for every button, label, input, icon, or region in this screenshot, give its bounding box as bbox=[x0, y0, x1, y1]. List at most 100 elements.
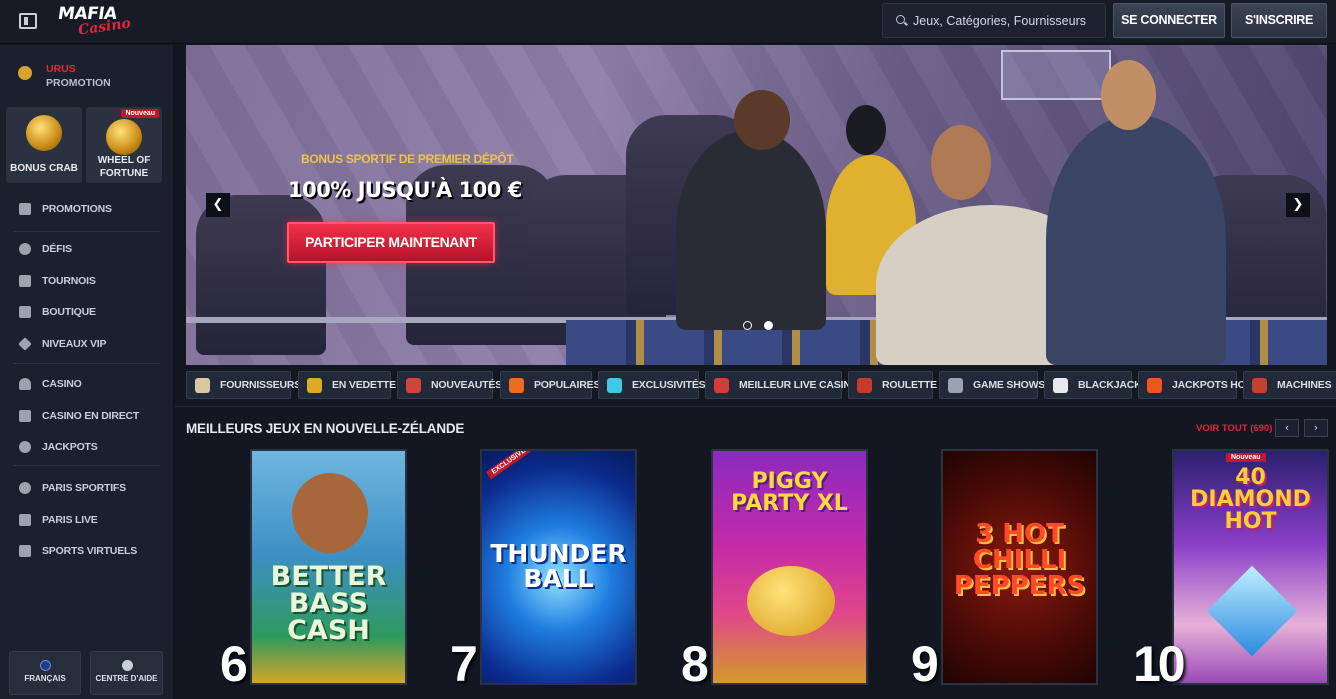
sidebar-nav-group-1: PROMOTIONS bbox=[0, 194, 174, 226]
prev-page-icon[interactable]: ‹ bbox=[1275, 419, 1299, 437]
category-chip-jackpots-hot[interactable]: JACKPOTS HOT bbox=[1138, 371, 1252, 399]
sidebar-item-sports-virtuels[interactable]: SPORTS VIRTUELS bbox=[0, 536, 174, 568]
hero-character-head bbox=[931, 125, 991, 200]
roulette-icon bbox=[857, 378, 872, 393]
sidebar-nav-group-4: PARIS SPORTIFS PARIS LIVE SPORTS VIRTUEL… bbox=[0, 473, 174, 568]
sidebar-item-jackpots[interactable]: JACKPOTS bbox=[0, 432, 174, 464]
hero-seat bbox=[196, 195, 326, 355]
category-chip-en-vedette[interactable]: EN VEDETTE bbox=[298, 371, 396, 399]
tile-label: WHEEL OF FORTUNE bbox=[97, 155, 151, 179]
live-icon bbox=[19, 409, 31, 422]
slot-machine-icon bbox=[1252, 378, 1267, 393]
game-card-40-diamond-hot[interactable]: Nouveau 40 DIAMOND HOT bbox=[1172, 449, 1329, 685]
logo[interactable]: MAFIA Casino bbox=[57, 4, 140, 39]
sidebar-item-casino[interactable]: CASINO bbox=[0, 369, 174, 401]
sidebar-item-label: JACKPOTS bbox=[42, 441, 98, 453]
help-center-button[interactable]: CENTRE D'AIDE bbox=[90, 651, 163, 695]
category-chip-game-shows[interactable]: GAME SHOWS bbox=[939, 371, 1045, 399]
new-icon bbox=[406, 378, 421, 393]
sidebar-item-paris-sportifs[interactable]: PARIS SPORTIFS bbox=[0, 473, 174, 505]
hero-character-head bbox=[734, 90, 790, 150]
game-card-thunder-ball[interactable]: EXCLUSIVE THUNDER BALL bbox=[480, 449, 637, 685]
diamond-icon bbox=[18, 336, 32, 351]
language-label: FRANÇAIS bbox=[24, 674, 66, 683]
gift-icon bbox=[19, 203, 31, 215]
category-label: MEILLEUR LIVE CASINO bbox=[739, 379, 859, 391]
hero-ring-graphic bbox=[1001, 50, 1111, 100]
sidebar-item-label: NIVEAUX VIP bbox=[42, 337, 107, 350]
carousel-dot-active[interactable] bbox=[764, 321, 773, 330]
search-placeholder: Jeux, Catégories, Fournisseurs bbox=[913, 14, 1086, 28]
cards-icon bbox=[1053, 378, 1068, 393]
tile-wheel-of-fortune[interactable]: Nouveau WHEEL OF FORTUNE bbox=[86, 107, 162, 183]
sidebar-item-label: SPORTS VIRTUELS bbox=[42, 545, 138, 557]
virtual-sports-icon bbox=[19, 545, 31, 557]
carousel-dot[interactable] bbox=[743, 321, 752, 330]
hero-subtitle: BONUS SPORTIF DE PREMIER DÉPÔT bbox=[301, 152, 514, 166]
piggy-art bbox=[747, 566, 835, 636]
sidebar-item-tournois[interactable]: TOURNOIS bbox=[0, 266, 174, 298]
football-icon bbox=[19, 482, 31, 494]
category-divider bbox=[174, 406, 1336, 407]
hero-next-arrow-icon[interactable]: ❯ bbox=[1286, 193, 1310, 217]
sidebar-item-paris-live[interactable]: PARIS LIVE bbox=[0, 505, 174, 537]
nav-divider bbox=[13, 465, 160, 466]
nav-divider bbox=[13, 363, 160, 364]
category-chip-exclusivites[interactable]: EXCLUSIVITÉS bbox=[598, 371, 706, 399]
game-title: PIGGY PARTY XL bbox=[731, 469, 848, 516]
hero-banner[interactable] bbox=[186, 45, 1327, 365]
sidebar-item-promotions[interactable]: PROMOTIONS bbox=[0, 194, 174, 226]
category-bar: FOURNISSEURS EN VEDETTE NOUVEAUTÉS POPUL… bbox=[186, 371, 1336, 399]
game-card-piggy-party-xl[interactable]: PIGGY PARTY XL bbox=[711, 449, 868, 685]
next-page-icon[interactable]: › bbox=[1304, 419, 1328, 437]
providers-icon bbox=[195, 378, 210, 393]
category-label: ROULETTE bbox=[882, 379, 937, 391]
sidebar-item-boutique[interactable]: BOUTIQUE bbox=[0, 297, 174, 329]
sidebar-nav-group-3: CASINO CASINO EN DIRECT JACKPOTS bbox=[0, 369, 174, 464]
hero-title: 100% JUSQU'À 100 € bbox=[288, 178, 522, 202]
sidebar-toggle-icon[interactable] bbox=[19, 13, 37, 29]
category-label: GAME SHOWS bbox=[973, 379, 1046, 391]
participate-now-button[interactable]: PARTICIPER MAINTENANT bbox=[287, 222, 495, 263]
category-label: JACKPOTS HOT bbox=[1172, 379, 1252, 391]
shop-icon bbox=[19, 306, 31, 318]
see-all-link[interactable]: VOIR TOUT (690) bbox=[1196, 423, 1272, 434]
sidebar-item-defis[interactable]: DÉFIS bbox=[0, 234, 174, 266]
promo-line2: PROMOTION bbox=[46, 77, 111, 89]
language-button[interactable]: FRANÇAIS bbox=[9, 651, 81, 695]
category-chip-roulette[interactable]: ROULETTE bbox=[848, 371, 937, 399]
sidebar-item-niveaux-vip[interactable]: NIVEAUX VIP bbox=[0, 329, 174, 361]
sidebar-item-label: CASINO EN DIRECT bbox=[42, 409, 140, 422]
game-card-3-hot-chilli-peppers[interactable]: 3 HOT CHILLI PEPPERS bbox=[941, 449, 1098, 685]
promo-icon bbox=[18, 66, 32, 80]
chip-icon bbox=[714, 378, 729, 393]
category-chip-machines[interactable]: MACHINES bbox=[1243, 371, 1336, 399]
category-chip-populaires[interactable]: POPULAIRES bbox=[500, 371, 600, 399]
category-label: MACHINES bbox=[1277, 379, 1332, 391]
tile-label: BONUS CRAB bbox=[10, 163, 78, 174]
category-chip-blackjack[interactable]: BLACKJACK bbox=[1044, 371, 1142, 399]
game-card-better-bass-cash[interactable]: BETTER BASS CASH bbox=[250, 449, 407, 685]
crab-icon bbox=[26, 115, 62, 151]
sidebar-item-label: TOURNOIS bbox=[42, 274, 96, 287]
tile-bonus-crab[interactable]: BONUS CRAB bbox=[6, 107, 82, 183]
wheel-icon bbox=[106, 119, 142, 155]
category-chip-meilleur-live-casino[interactable]: MEILLEUR LIVE CASINO bbox=[705, 371, 859, 399]
rank-number: 10 bbox=[1133, 636, 1186, 692]
sidebar-item-casino-en-direct[interactable]: CASINO EN DIRECT bbox=[0, 401, 174, 433]
sidebar-item-label: PARIS SPORTIFS bbox=[42, 482, 126, 494]
hot-fire-icon bbox=[1147, 378, 1162, 393]
signup-button[interactable]: S'INSCRIRE bbox=[1231, 3, 1327, 38]
category-label: BLACKJACK bbox=[1078, 379, 1142, 391]
game-title: BETTER BASS CASH bbox=[270, 561, 387, 646]
rank-number: 6 bbox=[220, 636, 248, 692]
hero-prev-arrow-icon[interactable]: ❮ bbox=[206, 193, 230, 217]
category-chip-nouveautes[interactable]: NOUVEAUTÉS bbox=[397, 371, 502, 399]
search-input[interactable]: Jeux, Catégories, Fournisseurs bbox=[882, 3, 1106, 38]
sidebar-item-label: BOUTIQUE bbox=[42, 306, 96, 318]
sidebar: URUS PROMOTION BONUS CRAB Nouveau WHEEL … bbox=[0, 45, 174, 699]
login-button[interactable]: SE CONNECTER bbox=[1113, 3, 1225, 38]
game-art bbox=[292, 473, 368, 553]
category-chip-fournisseurs[interactable]: FOURNISSEURS bbox=[186, 371, 301, 399]
game-title: 3 HOT CHILLI PEPPERS bbox=[953, 519, 1086, 601]
